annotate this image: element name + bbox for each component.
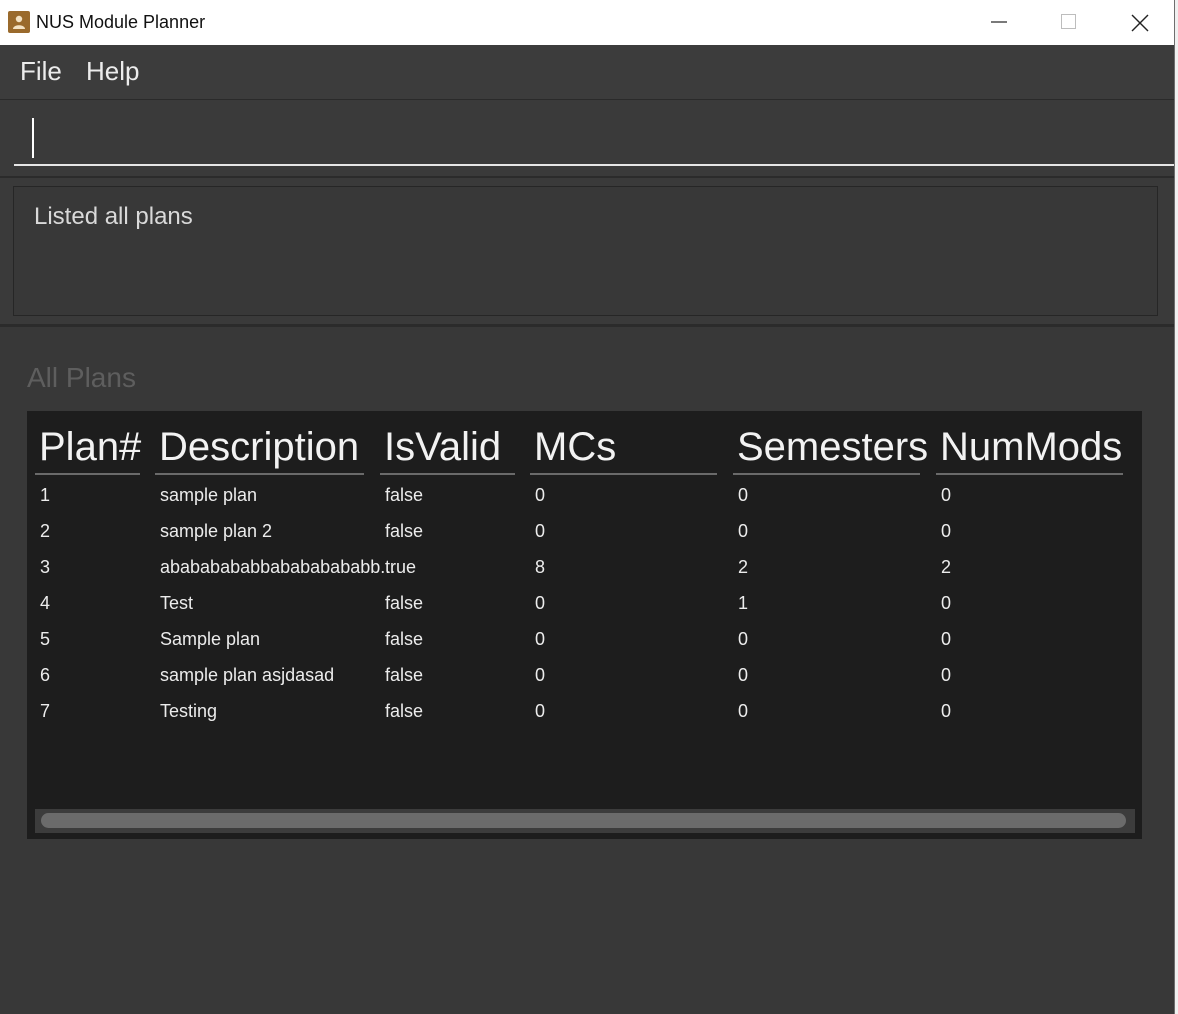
title-bar: NUS Module Planner <box>0 0 1174 45</box>
cell-semesters: 0 <box>738 485 749 505</box>
cell-nummods: 2 <box>941 557 952 577</box>
column-header-description[interactable]: Description <box>159 425 359 470</box>
cell-nummods: 0 <box>941 521 952 541</box>
maximize-button[interactable] <box>1034 0 1104 45</box>
menu-bar: File Help <box>0 45 1174 100</box>
cell-description: sample plan asjdasad <box>160 665 335 685</box>
column-header-isvalid[interactable]: IsValid <box>384 425 501 470</box>
cell-semesters: 1 <box>738 593 749 613</box>
cell-mcs: 0 <box>535 665 546 685</box>
cell-semesters: 2 <box>738 557 749 577</box>
minimize-button[interactable] <box>964 0 1034 45</box>
result-display[interactable]: Listed all plans <box>13 186 1158 316</box>
cell-isvalid: false <box>385 665 424 685</box>
close-icon <box>1131 14 1149 32</box>
result-message: Listed all plans <box>34 203 193 230</box>
header-underline <box>733 473 920 475</box>
command-input[interactable] <box>14 112 1174 166</box>
header-underline <box>155 473 364 475</box>
maximize-icon <box>1061 14 1076 29</box>
cell-nummods: 0 <box>941 485 952 505</box>
cell-isvalid: false <box>385 701 424 721</box>
cell-semesters: 0 <box>738 521 749 541</box>
column-header-nummods[interactable]: NumMods <box>940 425 1122 470</box>
close-button[interactable] <box>1104 0 1174 45</box>
cell-mcs: 0 <box>535 629 546 649</box>
cell-nummods: 0 <box>941 629 952 649</box>
column-header-plan-number[interactable]: Plan# <box>39 425 141 470</box>
cell-plan-number: 7 <box>40 701 51 721</box>
scrollbar-thumb[interactable] <box>41 813 1126 828</box>
app-person-icon <box>8 11 30 33</box>
cell-semesters: 0 <box>738 701 749 721</box>
cell-mcs: 0 <box>535 701 546 721</box>
cell-plan-number: 3 <box>40 557 51 577</box>
cell-mcs: 0 <box>535 485 546 505</box>
app-window: NUS Module Planner File Help Listed all … <box>0 0 1175 1014</box>
cell-isvalid: false <box>385 593 424 613</box>
cell-semesters: 0 <box>738 665 749 685</box>
cell-plan-number: 2 <box>40 521 51 541</box>
header-underline <box>35 473 140 475</box>
cell-description: Testing <box>160 701 218 721</box>
cell-plan-number: 4 <box>40 593 51 613</box>
menu-file[interactable]: File <box>20 56 62 87</box>
cell-isvalid: false <box>385 521 424 541</box>
plan-table[interactable]: Plan# Description IsValid MCs Semesters … <box>27 411 1142 839</box>
horizontal-scrollbar[interactable] <box>35 809 1135 833</box>
header-underline <box>936 473 1123 475</box>
cell-plan-number: 6 <box>40 665 51 685</box>
cell-description: Sample plan <box>160 629 261 649</box>
cell-nummods: 0 <box>941 665 952 685</box>
command-box-area <box>0 100 1174 178</box>
header-underline <box>380 473 515 475</box>
window-title: NUS Module Planner <box>36 12 206 32</box>
cell-description: Test <box>160 593 194 613</box>
column-header-mcs[interactable]: MCs <box>534 425 616 470</box>
cell-description: sample plan 2 <box>160 521 273 541</box>
cell-plan-number: 1 <box>40 485 51 505</box>
cell-mcs: 0 <box>535 521 546 541</box>
minimize-icon <box>991 21 1007 23</box>
menu-help[interactable]: Help <box>86 56 139 87</box>
cell-mcs: 8 <box>535 557 546 577</box>
cell-semesters: 0 <box>738 629 749 649</box>
plan-list-title: All Plans <box>27 362 136 393</box>
cell-mcs: 0 <box>535 593 546 613</box>
result-display-area: Listed all plans <box>0 178 1174 327</box>
cell-plan-number: 5 <box>40 629 51 649</box>
cell-nummods: 0 <box>941 593 952 613</box>
cell-isvalid: false <box>385 629 424 649</box>
column-header-semesters[interactable]: Semesters <box>737 425 928 470</box>
header-underline <box>530 473 717 475</box>
cell-description: abababababbabababababb... <box>160 557 396 577</box>
cell-isvalid: false <box>385 485 424 505</box>
text-caret <box>32 118 34 158</box>
cell-description: sample plan <box>160 485 258 505</box>
cell-isvalid: true <box>385 557 417 577</box>
cell-nummods: 0 <box>941 701 952 721</box>
